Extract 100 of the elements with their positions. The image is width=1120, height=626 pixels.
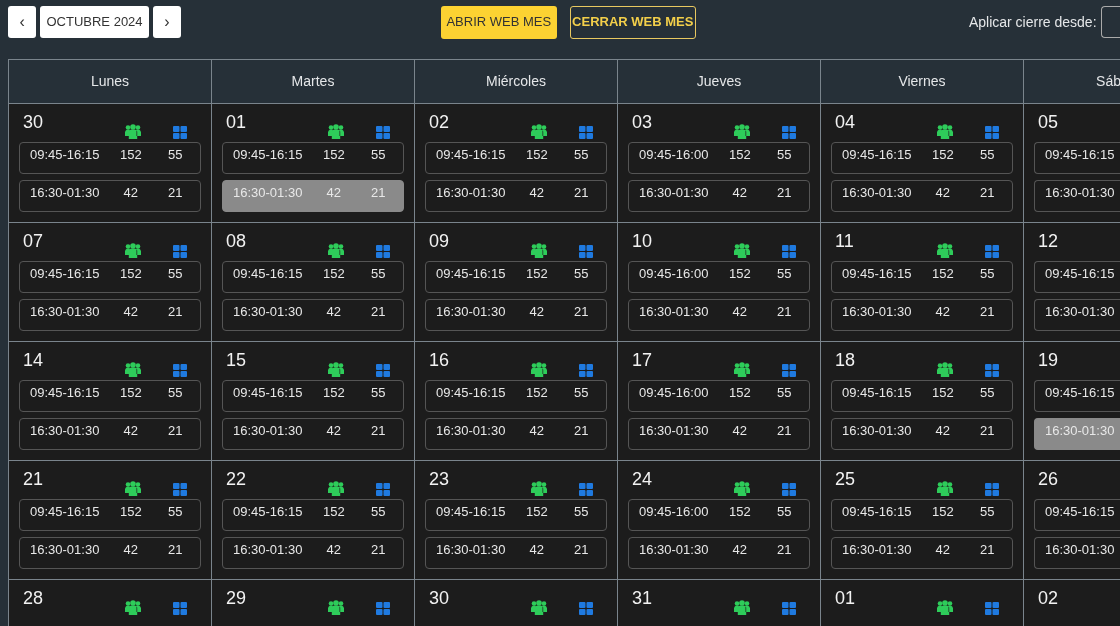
slot-count: 21 xyxy=(370,184,387,202)
people-icon xyxy=(125,124,141,139)
slot-time: 16:30-01:30 xyxy=(638,541,710,559)
slot-count: 55 xyxy=(370,503,387,521)
time-slot[interactable]: 09:45-16:15 152 55 xyxy=(19,380,201,412)
slot-count: 42 xyxy=(122,303,140,321)
slot-count: 152 xyxy=(524,146,549,164)
time-slot[interactable]: 09:45-16:15 152 55 xyxy=(831,261,1013,293)
time-slot[interactable]: 09:45-16:00 152 55 xyxy=(628,380,810,412)
time-slot[interactable]: 16:30-01:30 42 21 xyxy=(425,418,607,450)
time-slot[interactable]: 16:30-01:30 42 21 xyxy=(425,180,607,212)
slot-time: 16:30-01:30 xyxy=(1044,184,1116,202)
time-slot[interactable]: 16:30-01:30 42 21 xyxy=(19,180,201,212)
time-slot[interactable]: 09:45-16:00 152 55 xyxy=(628,261,810,293)
time-slot[interactable]: 16:30-01:30 42 21 xyxy=(831,180,1013,212)
time-slot[interactable]: 09:45-16:15 xyxy=(1034,380,1120,412)
day-number: 02 xyxy=(428,112,450,132)
slot-count: 55 xyxy=(776,265,793,283)
slot-count: 152 xyxy=(930,146,955,164)
slot-count: 42 xyxy=(122,541,140,559)
day-number: 17 xyxy=(631,350,653,370)
slot-count: 21 xyxy=(167,541,184,559)
slot-count: 55 xyxy=(370,146,387,164)
slot-count: 55 xyxy=(979,384,996,402)
time-slot[interactable]: 09:45-16:00 152 55 xyxy=(628,499,810,531)
time-slot[interactable]: 09:45-16:15 152 55 xyxy=(222,499,404,531)
time-slot[interactable]: 16:30-01:30 42 21 xyxy=(831,418,1013,450)
time-slot[interactable]: 16:30-01:30 42 21 xyxy=(222,418,404,450)
time-slot[interactable]: 16:30-01:30 xyxy=(1034,180,1120,212)
people-icon xyxy=(531,124,547,139)
people-icon xyxy=(531,600,547,615)
slot-time: 09:45-16:15 xyxy=(435,503,507,521)
grid-icon xyxy=(376,364,390,377)
time-slot[interactable]: 09:45-16:15 152 55 xyxy=(19,499,201,531)
time-slot[interactable]: 09:45-16:15 152 55 xyxy=(425,380,607,412)
slot-count: 55 xyxy=(573,503,590,521)
day-number: 15 xyxy=(225,350,247,370)
time-slot[interactable]: 16:30-01:30 42 21 xyxy=(628,537,810,569)
time-slot[interactable]: 16:30-01:30 42 21 xyxy=(222,537,404,569)
time-slot[interactable]: 09:45-16:15 152 55 xyxy=(19,261,201,293)
weekday-header: Lunes xyxy=(90,72,130,91)
time-slot[interactable]: 16:30-01:30 42 21 xyxy=(628,418,810,450)
month-button[interactable]: OCTUBRE 2024 xyxy=(40,6,149,38)
time-slot[interactable]: 16:30-01:30 42 21 xyxy=(628,180,810,212)
slot-time: 16:30-01:30 xyxy=(29,541,101,559)
next-month-button[interactable]: › xyxy=(152,6,182,38)
slot-count: 42 xyxy=(325,541,343,559)
time-slot[interactable]: 09:45-16:15 152 55 xyxy=(425,499,607,531)
time-slot[interactable]: 16:30-01:30 xyxy=(1034,299,1120,331)
slot-count: 21 xyxy=(573,303,590,321)
time-slot[interactable]: 09:45-16:15 152 55 xyxy=(222,261,404,293)
grid-icon xyxy=(579,364,593,377)
previous-month-button[interactable]: ‹ xyxy=(8,6,37,38)
time-slot[interactable]: 09:45-16:15 152 55 xyxy=(222,142,404,174)
slot-count: 152 xyxy=(321,146,346,164)
grid-icon xyxy=(579,602,593,615)
grid-icon xyxy=(985,483,999,496)
time-slot[interactable]: 09:45-16:15 152 55 xyxy=(831,380,1013,412)
close-web-month-button[interactable]: CERRAR WEB MES xyxy=(569,5,696,39)
time-slot[interactable]: 16:30-01:30 42 21 xyxy=(19,299,201,331)
grid-icon xyxy=(985,364,999,377)
time-slot[interactable]: 16:30-01:30 xyxy=(1034,537,1120,569)
time-slot[interactable]: 16:30-01:30 42 21 xyxy=(831,537,1013,569)
day-number: 01 xyxy=(834,588,856,608)
slot-count: 42 xyxy=(731,541,749,559)
weekday-header: Jueves xyxy=(696,72,742,91)
time-slot[interactable]: 09:45-16:15 xyxy=(1034,142,1120,174)
day-number: 24 xyxy=(631,469,653,489)
time-slot[interactable]: 16:30-01:30 42 21 xyxy=(831,299,1013,331)
time-slot[interactable]: 16:30-01:30 42 21 xyxy=(19,537,201,569)
slot-time: 09:45-16:00 xyxy=(638,265,710,283)
time-slot[interactable]: 09:45-16:15 152 55 xyxy=(831,499,1013,531)
time-slot[interactable]: 09:45-16:15 xyxy=(1034,261,1120,293)
date-input-field[interactable] xyxy=(1100,6,1120,38)
time-slot[interactable]: 09:45-16:15 xyxy=(1034,499,1120,531)
time-slot[interactable]: 09:45-16:15 152 55 xyxy=(831,142,1013,174)
time-slot[interactable]: 16:30-01:30 42 21 xyxy=(628,299,810,331)
time-slot[interactable]: 16:30-01:30 42 21 xyxy=(425,537,607,569)
time-slot[interactable]: 16:30-01:30 42 21 xyxy=(19,418,201,450)
slot-time: 09:45-16:15 xyxy=(29,503,101,521)
time-slot[interactable]: 09:45-16:15 152 55 xyxy=(222,380,404,412)
time-slot[interactable]: 09:45-16:15 152 55 xyxy=(425,261,607,293)
time-slot[interactable]: 16:30-01:30 42 21 xyxy=(425,299,607,331)
slot-time: 16:30-01:30 xyxy=(435,541,507,559)
weekday-header: Miércoles xyxy=(486,72,546,91)
slot-count: 55 xyxy=(167,265,184,283)
time-slot[interactable]: 09:45-16:15 152 55 xyxy=(19,142,201,174)
time-slot[interactable]: 09:45-16:00 152 55 xyxy=(628,142,810,174)
slot-time: 16:30-01:30 xyxy=(232,541,304,559)
open-web-month-button[interactable]: ABRIR WEB MES xyxy=(441,5,557,39)
time-slot[interactable]: 09:45-16:15 152 55 xyxy=(425,142,607,174)
slot-time: 09:45-16:15 xyxy=(841,503,913,521)
slot-time: 09:45-16:15 xyxy=(232,265,304,283)
slot-count: 21 xyxy=(573,184,590,202)
day-number: 29 xyxy=(225,588,247,608)
grid-icon xyxy=(376,602,390,615)
slot-time: 16:30-01:30 xyxy=(638,422,710,440)
slot-time: 09:45-16:15 xyxy=(29,384,101,402)
time-slot[interactable]: 16:30-01:30 42 21 xyxy=(222,299,404,331)
people-icon xyxy=(328,362,344,377)
